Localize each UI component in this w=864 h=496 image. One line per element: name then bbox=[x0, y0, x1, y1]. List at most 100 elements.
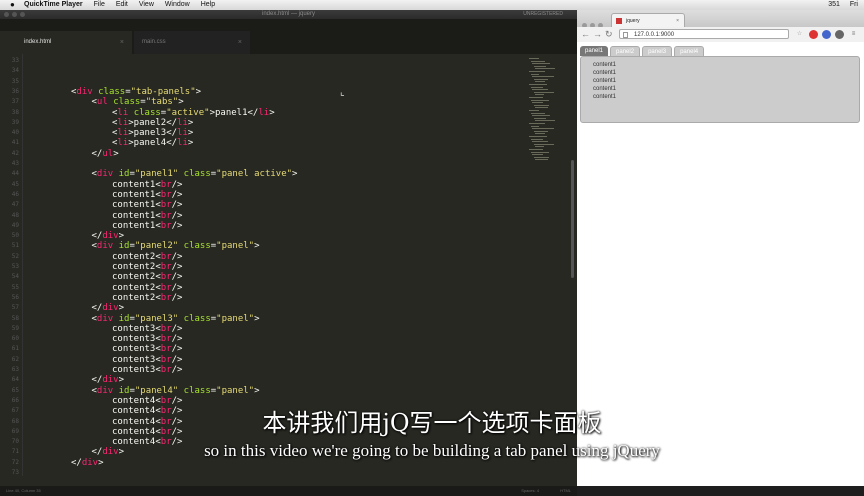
line-number: 35 bbox=[11, 77, 19, 85]
zoom-icon[interactable] bbox=[20, 12, 25, 17]
close-icon[interactable] bbox=[4, 12, 9, 17]
line-number: 56 bbox=[11, 293, 19, 301]
code-token: id bbox=[118, 313, 130, 324]
code-token: > bbox=[254, 313, 260, 324]
extension-gray-icon[interactable] bbox=[835, 30, 844, 39]
panel-line: content1 bbox=[593, 70, 617, 76]
code-token: </ bbox=[91, 148, 103, 159]
code-token: class bbox=[113, 97, 141, 108]
code-line: <div id="panel4" class="panel"> bbox=[92, 386, 260, 396]
syntax-setting[interactable]: HTML bbox=[560, 488, 571, 493]
code-token: class bbox=[183, 313, 211, 324]
panel-line: content1 bbox=[593, 94, 617, 100]
code-line: content1<br/> bbox=[112, 221, 182, 231]
code-token: ul bbox=[102, 148, 114, 159]
menu-edit[interactable]: Edit bbox=[116, 1, 128, 8]
minimap-line bbox=[530, 86, 543, 88]
address-bar[interactable]: 127.0.0.1:9000 bbox=[619, 29, 789, 39]
code-token: >panel2</ bbox=[128, 117, 178, 128]
page-tab-panel2[interactable]: panel2 bbox=[610, 46, 641, 56]
code-token: li bbox=[117, 117, 129, 128]
line-number: 65 bbox=[11, 386, 19, 394]
code-token: div bbox=[96, 169, 114, 180]
code-line: content2<br/> bbox=[112, 252, 182, 262]
code-line: content2<br/> bbox=[112, 272, 182, 282]
code-token: br bbox=[160, 323, 172, 334]
code-token: > bbox=[113, 148, 119, 159]
page-tab-panel3[interactable]: panel3 bbox=[642, 46, 673, 56]
code-token: id bbox=[118, 169, 130, 180]
minimap-line bbox=[535, 146, 544, 148]
menu-window[interactable]: Window bbox=[165, 1, 190, 8]
menu-icon[interactable]: ≡ bbox=[849, 30, 858, 39]
code-token: li bbox=[117, 128, 129, 139]
forward-icon[interactable]: → bbox=[593, 28, 602, 41]
code-token: >panel3</ bbox=[128, 128, 178, 139]
code-line: <li>panel3</li> bbox=[112, 128, 193, 138]
code-token: /> bbox=[171, 334, 183, 345]
code-token: /> bbox=[171, 220, 183, 231]
close-tab-icon[interactable]: × bbox=[120, 31, 124, 54]
vertical-scrollbar[interactable] bbox=[571, 160, 574, 278]
panel-line: content1 bbox=[593, 86, 617, 92]
code-token: content1< bbox=[112, 179, 161, 190]
code-token: /> bbox=[171, 282, 183, 293]
minimap-line bbox=[535, 159, 548, 161]
page-tab-panel4[interactable]: panel4 bbox=[674, 46, 705, 56]
code-token: "panel" bbox=[216, 241, 255, 252]
code-token: "panel1" bbox=[134, 169, 179, 180]
code-token: "panel" bbox=[216, 385, 255, 396]
minimap-line bbox=[529, 136, 547, 137]
tab-main-css[interactable]: main.css × bbox=[134, 31, 250, 54]
minimap-line bbox=[530, 60, 545, 62]
menu-file[interactable]: File bbox=[94, 1, 105, 8]
line-number: 51 bbox=[11, 242, 19, 250]
back-icon[interactable]: ← bbox=[581, 28, 590, 41]
apple-icon[interactable]: ● bbox=[10, 0, 15, 10]
line-number: 39 bbox=[11, 118, 19, 126]
minimap-line bbox=[532, 76, 554, 78]
tab-index-html[interactable]: index.html × bbox=[0, 31, 132, 54]
code-line: content3<br/> bbox=[112, 355, 182, 365]
code-token: br bbox=[160, 334, 172, 345]
code-token: class bbox=[133, 107, 161, 118]
code-token: br bbox=[160, 262, 172, 272]
code-token: br bbox=[160, 354, 172, 365]
browser-tab[interactable]: jquery × bbox=[611, 13, 685, 27]
line-number: 34 bbox=[11, 67, 19, 75]
code-token: content3< bbox=[112, 323, 161, 334]
reload-icon[interactable]: ↻ bbox=[605, 28, 613, 41]
minimap-line bbox=[530, 138, 543, 140]
code-token: </ bbox=[91, 231, 103, 242]
minimap-line bbox=[535, 107, 548, 109]
status-day[interactable]: Fri bbox=[850, 1, 858, 8]
extension-blue-icon[interactable] bbox=[822, 30, 831, 39]
close-tab-icon[interactable]: × bbox=[676, 14, 679, 28]
indentation-setting[interactable]: Spaces: 4 bbox=[521, 488, 539, 493]
code-token: br bbox=[160, 189, 172, 200]
minimap-line bbox=[533, 117, 546, 119]
code-token: content3< bbox=[112, 365, 161, 375]
code-token: > bbox=[178, 97, 184, 108]
status-count[interactable]: 351 bbox=[828, 1, 840, 8]
minimize-icon[interactable] bbox=[12, 12, 17, 17]
close-tab-icon[interactable]: × bbox=[238, 31, 242, 54]
line-number: 58 bbox=[11, 314, 19, 322]
menu-help[interactable]: Help bbox=[201, 1, 215, 8]
code-token: content1< bbox=[112, 220, 161, 231]
code-token: /> bbox=[171, 365, 183, 375]
menu-view[interactable]: View bbox=[139, 1, 154, 8]
code-token: br bbox=[160, 220, 172, 231]
code-token: br bbox=[160, 272, 172, 283]
minimap-line bbox=[535, 133, 545, 135]
page-tab-panel1[interactable]: panel1 bbox=[580, 46, 609, 56]
panel-line: content1 bbox=[593, 62, 617, 68]
bookmark-star-icon[interactable]: ☆ bbox=[795, 30, 804, 39]
line-number: 47 bbox=[11, 201, 19, 209]
code-line: content1<br/> bbox=[112, 190, 182, 200]
line-number: 59 bbox=[11, 324, 19, 332]
menu-app-name[interactable]: QuickTime Player bbox=[24, 1, 83, 8]
code-token: > bbox=[254, 241, 260, 252]
code-token: div bbox=[76, 86, 93, 97]
extension-red-icon[interactable] bbox=[809, 30, 818, 39]
